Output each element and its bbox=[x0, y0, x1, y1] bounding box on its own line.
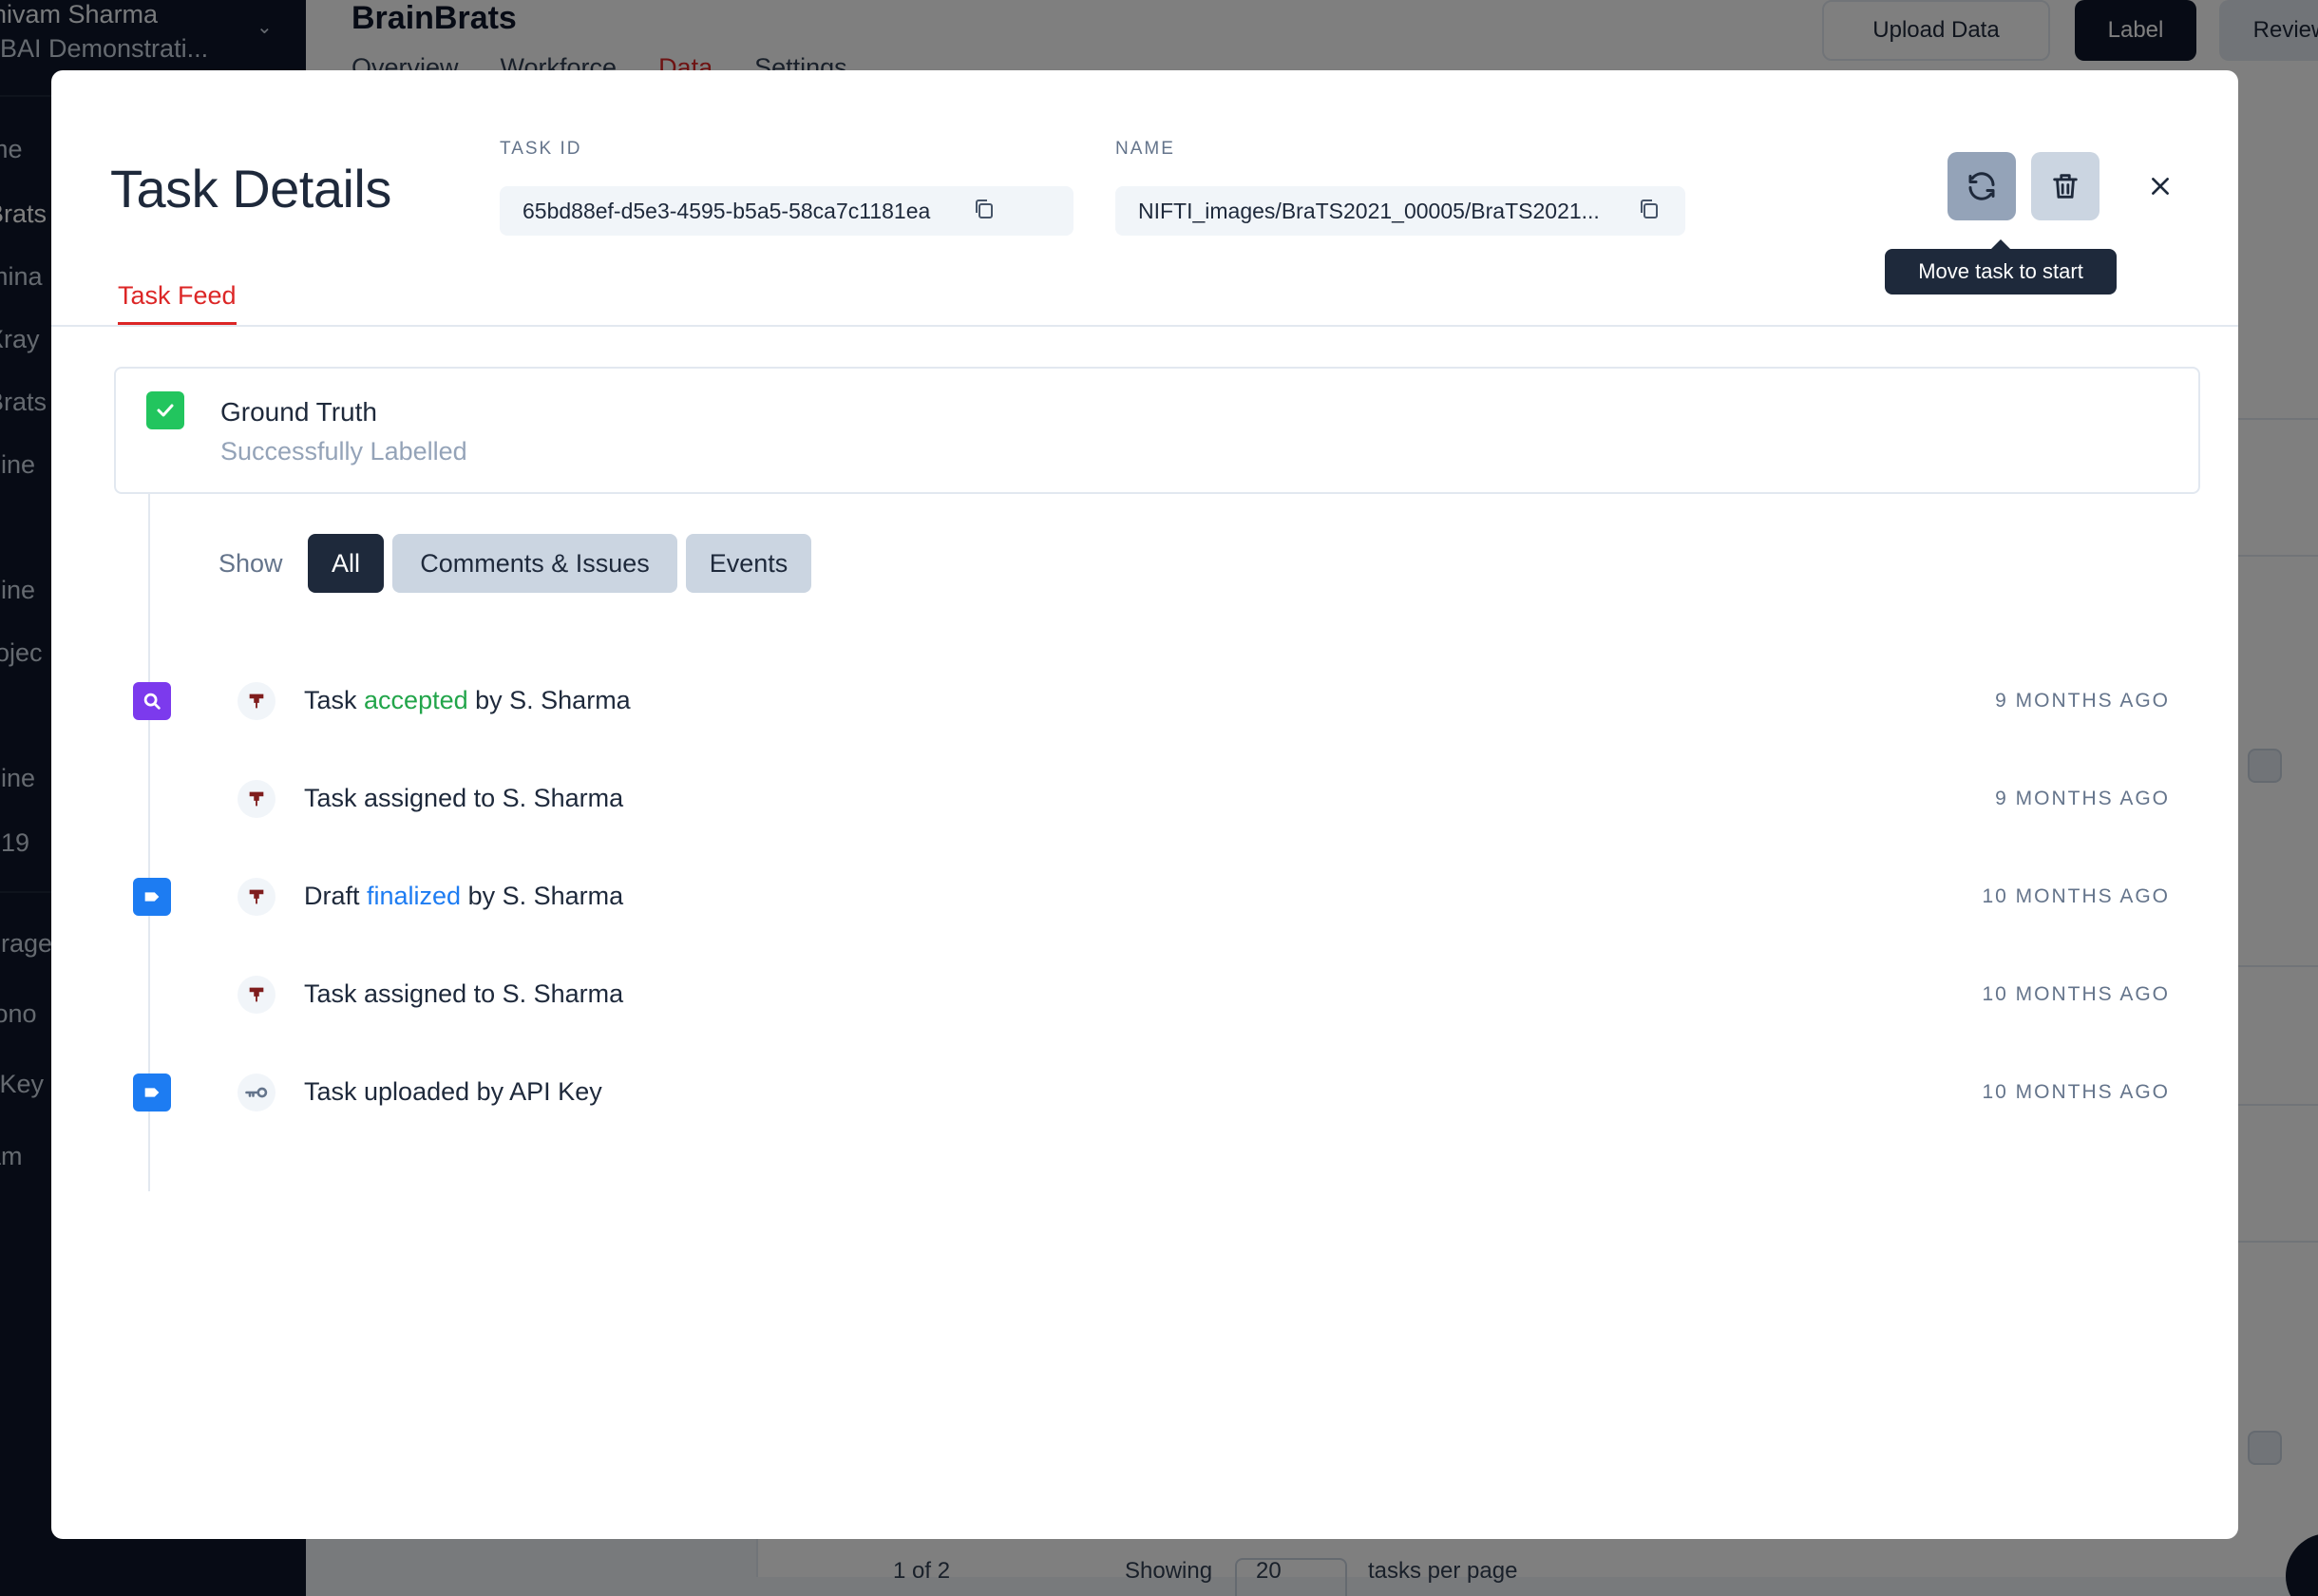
feed-text-pre: Draft bbox=[304, 882, 368, 910]
feed-text: Task accepted by S. Sharma bbox=[304, 686, 631, 715]
list-item: Task accepted by S. Sharma 9 MONTHS AGO bbox=[51, 673, 2238, 730]
name-field: NIFTI_images/BraTS2021_00005/BraTS2021..… bbox=[1115, 186, 1685, 236]
filter-events-button[interactable]: Events bbox=[686, 534, 811, 593]
filter-all-button[interactable]: All bbox=[308, 534, 384, 593]
feed-timestamp: 10 MONTHS AGO bbox=[1982, 983, 2170, 1005]
close-button[interactable] bbox=[2145, 171, 2176, 201]
task-id-label: TASK ID bbox=[500, 139, 582, 159]
tooltip: Move task to start bbox=[1885, 239, 2117, 294]
task-id-value: 65bd88ef-d5e3-4595-b5a5-58ca7c1181ea bbox=[522, 198, 931, 223]
feed-text: Task assigned to S. Sharma bbox=[304, 979, 624, 1008]
trash-icon bbox=[2053, 174, 2078, 199]
list-item: Task assigned to S. Sharma 9 MONTHS AGO bbox=[51, 770, 2238, 827]
status-subtitle: Successfully Labelled bbox=[220, 437, 467, 466]
task-details-modal: Task Details TASK ID 65bd88ef-d5e3-4595-… bbox=[51, 70, 2238, 1539]
filter-comments-issues-button[interactable]: Comments & Issues bbox=[392, 534, 677, 593]
status-title: Ground Truth bbox=[220, 397, 377, 427]
name-value: NIFTI_images/BraTS2021_00005/BraTS2021..… bbox=[1138, 198, 1600, 223]
user-avatar bbox=[238, 682, 276, 720]
name-label: NAME bbox=[1115, 139, 1175, 159]
status-card: Ground Truth Successfully Labelled bbox=[114, 367, 2200, 494]
copy-icon[interactable] bbox=[973, 198, 996, 220]
feed-timestamp: 10 MONTHS AGO bbox=[1982, 885, 2170, 907]
feed-timestamp: 9 MONTHS AGO bbox=[1995, 788, 2170, 809]
feed-timestamp: 10 MONTHS AGO bbox=[1982, 1081, 2170, 1103]
refresh-icon bbox=[1968, 172, 1995, 200]
key-icon bbox=[238, 1074, 276, 1112]
copy-icon[interactable] bbox=[1638, 198, 1661, 220]
feed-highlight: finalized bbox=[367, 882, 462, 910]
label-stage-icon bbox=[133, 1074, 171, 1112]
filter-label: Show bbox=[218, 549, 283, 578]
feed-text: Task uploaded by API Key bbox=[304, 1077, 602, 1106]
user-avatar bbox=[238, 976, 276, 1014]
close-icon bbox=[2152, 178, 2169, 195]
list-item: Task uploaded by API Key 10 MONTHS AGO bbox=[51, 1064, 2238, 1121]
feed-text: Draft finalized by S. Sharma bbox=[304, 882, 623, 911]
list-item: Task assigned to S. Sharma 10 MONTHS AGO bbox=[51, 966, 2238, 1023]
feed-highlight: accepted bbox=[364, 686, 468, 714]
review-stage-icon bbox=[133, 682, 171, 720]
feed-text-post: by S. Sharma bbox=[461, 882, 624, 910]
feed-text-pre: Task bbox=[304, 686, 365, 714]
check-icon bbox=[146, 391, 184, 429]
user-avatar bbox=[238, 780, 276, 818]
feed-timestamp: 9 MONTHS AGO bbox=[1995, 690, 2170, 712]
list-item: Draft finalized by S. Sharma 10 MONTHS A… bbox=[51, 868, 2238, 925]
feed-text-post: by S. Sharma bbox=[467, 686, 631, 714]
feed-text: Task assigned to S. Sharma bbox=[304, 784, 624, 812]
label-stage-icon bbox=[133, 878, 171, 916]
modal-title: Task Details bbox=[110, 159, 391, 218]
tab-divider bbox=[51, 325, 2238, 327]
tab-task-feed[interactable]: Task Feed bbox=[118, 281, 237, 326]
delete-task-button[interactable] bbox=[2031, 152, 2100, 220]
user-avatar bbox=[238, 878, 276, 916]
move-to-start-button[interactable] bbox=[1948, 152, 2016, 220]
